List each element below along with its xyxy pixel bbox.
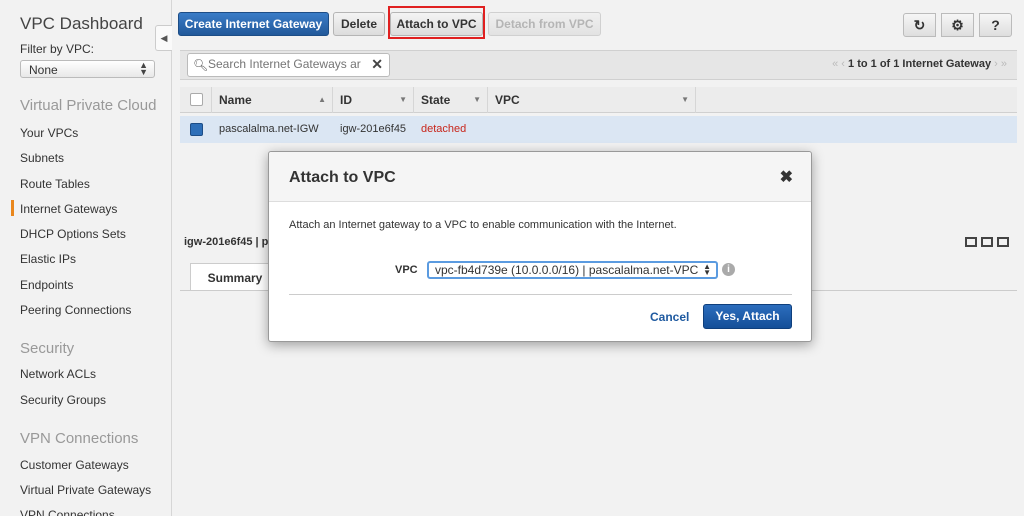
select-arrows-icon: ▲ ▼ (703, 262, 711, 277)
info-icon[interactable]: i (722, 263, 735, 276)
close-icon[interactable]: ✖ (780, 167, 793, 187)
vpc-select-value: vpc-fb4d739e (10.0.0.0/16) | pascalalma.… (435, 263, 699, 277)
attach-to-vpc-dialog: Attach to VPC ✖ Attach an Internet gatew… (268, 151, 812, 342)
cancel-button[interactable]: Cancel (650, 310, 689, 324)
dialog-header: Attach to VPC ✖ (269, 152, 811, 202)
vpc-field-label: VPC (395, 264, 418, 276)
dialog-divider (289, 294, 792, 295)
dialog-description: Attach an Internet gateway to a VPC to e… (289, 219, 677, 231)
dialog-title: Attach to VPC (289, 169, 396, 186)
yes-attach-button[interactable]: Yes, Attach (703, 304, 792, 329)
vpc-select[interactable]: vpc-fb4d739e (10.0.0.0/16) | pascalalma.… (427, 261, 718, 279)
